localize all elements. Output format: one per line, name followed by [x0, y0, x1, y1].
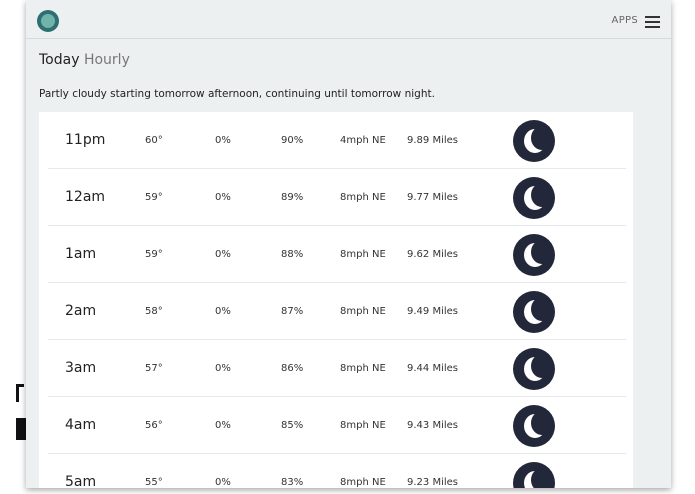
hour-humidity: 89% [281, 192, 304, 203]
hourly-row: 1am 59° 0% 88% 8mph NE 9.62 Miles [48, 226, 626, 283]
hour-precipitation: 0% [215, 306, 231, 317]
background-glyph [16, 384, 24, 402]
hour-precipitation: 0% [215, 363, 231, 374]
hour-time: 5am [65, 474, 97, 488]
hour-precipitation: 0% [215, 135, 231, 146]
hour-humidity: 87% [281, 306, 304, 317]
weather-popup: APPS Today Hourly Partly cloudy starting… [26, 0, 671, 488]
clear-night-moon-icon [513, 462, 555, 488]
hourly-row: 5am 55° 0% 83% 8mph NE 9.23 Miles [48, 454, 626, 488]
hour-time: 4am [65, 417, 97, 433]
title-today: Today [39, 52, 80, 68]
hour-visibility: 9.89 Miles [407, 135, 458, 146]
page-title: Today Hourly [39, 52, 130, 68]
clear-night-moon-icon [513, 234, 555, 276]
hour-visibility: 9.77 Miles [407, 192, 458, 203]
hourly-forecast-list: 11pm 60° 0% 90% 4mph NE 9.89 Miles 12am 59° 0% 89… [39, 112, 633, 488]
hour-temperature: 55° [145, 477, 163, 488]
clear-night-moon-icon [513, 177, 555, 219]
hour-humidity: 86% [281, 363, 304, 374]
hourly-row: 12am 59° 0% 89% 8mph NE 9.77 Miles [48, 169, 626, 226]
hour-wind: 8mph NE [340, 192, 386, 203]
hour-visibility: 9.44 Miles [407, 363, 458, 374]
hour-wind: 4mph NE [340, 135, 386, 146]
forecast-summary: Partly cloudy starting tomorrow afternoo… [39, 88, 435, 100]
hour-temperature: 58° [145, 306, 163, 317]
hour-temperature: 59° [145, 249, 163, 260]
hour-time: 11pm [65, 132, 106, 148]
hour-precipitation: 0% [215, 477, 231, 488]
hamburger-menu-icon[interactable] [645, 16, 660, 28]
title-hourly: Hourly [83, 52, 130, 68]
hour-visibility: 9.49 Miles [407, 306, 458, 317]
hour-visibility: 9.43 Miles [407, 420, 458, 431]
hour-wind: 8mph NE [340, 306, 386, 317]
top-bar: APPS [26, 0, 671, 39]
hour-temperature: 59° [145, 192, 163, 203]
hour-visibility: 9.23 Miles [407, 477, 458, 488]
hour-temperature: 56° [145, 420, 163, 431]
hour-time: 3am [65, 360, 97, 376]
hour-humidity: 90% [281, 135, 304, 146]
hour-humidity: 85% [281, 420, 304, 431]
hour-humidity: 88% [281, 249, 304, 260]
apps-link[interactable]: APPS [612, 15, 638, 26]
hour-visibility: 9.62 Miles [407, 249, 458, 260]
hourly-row: 11pm 60° 0% 90% 4mph NE 9.89 Miles [48, 112, 626, 169]
hour-time: 1am [65, 246, 97, 262]
hour-wind: 8mph NE [340, 363, 386, 374]
hour-time: 12am [65, 189, 106, 205]
clear-night-moon-icon [513, 348, 555, 390]
hour-wind: 8mph NE [340, 249, 386, 260]
hour-wind: 8mph NE [340, 477, 386, 488]
clear-night-moon-icon [513, 291, 555, 333]
hourly-row: 2am 58° 0% 87% 8mph NE 9.49 Miles [48, 283, 626, 340]
hourly-row: 3am 57° 0% 86% 8mph NE 9.44 Miles [48, 340, 626, 397]
hourly-row: 4am 56° 0% 85% 8mph NE 9.43 Miles [48, 397, 626, 454]
app-logo-icon[interactable] [37, 10, 59, 32]
clear-night-moon-icon [513, 405, 555, 447]
clear-night-moon-icon [513, 120, 555, 162]
hour-humidity: 83% [281, 477, 304, 488]
hour-wind: 8mph NE [340, 420, 386, 431]
background-glyph [16, 418, 26, 440]
hour-precipitation: 0% [215, 192, 231, 203]
hour-temperature: 60° [145, 135, 163, 146]
hour-temperature: 57° [145, 363, 163, 374]
hour-time: 2am [65, 303, 97, 319]
hour-precipitation: 0% [215, 249, 231, 260]
hour-precipitation: 0% [215, 420, 231, 431]
